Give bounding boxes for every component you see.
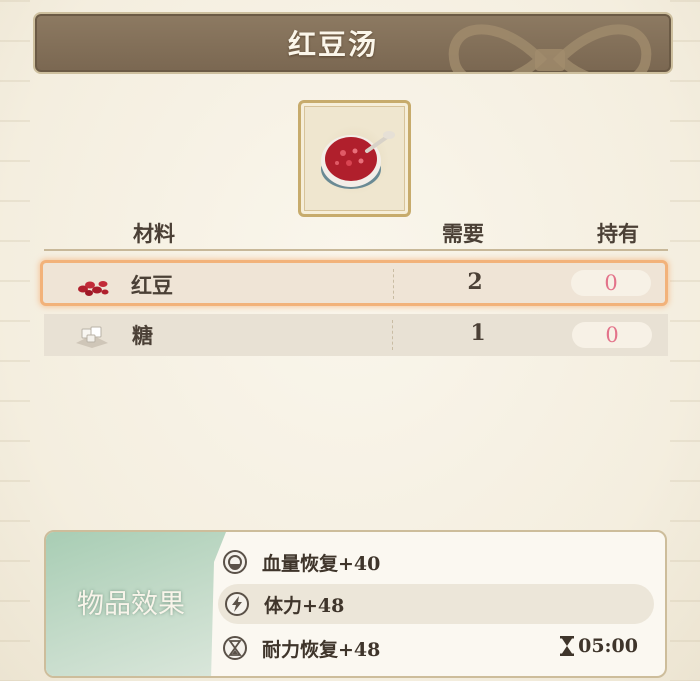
title-banner: 红豆汤	[33, 12, 673, 74]
material-row-red-beans[interactable]: 红豆 2 0	[40, 260, 668, 306]
health-icon	[223, 550, 247, 574]
effect-row-health: 血量恢复+40	[216, 542, 656, 582]
red-bean-soup-icon	[321, 131, 395, 189]
column-header-have: 持有	[597, 221, 639, 246]
material-have-count: 0	[572, 322, 652, 348]
column-separator	[392, 320, 393, 350]
hourglass-timer-icon	[560, 636, 575, 656]
hourglass-icon	[223, 636, 247, 660]
timer-value: 05:00	[578, 635, 638, 657]
effect-row-stamina: 耐力恢复+48 05:00	[216, 628, 656, 668]
material-need-count: 2	[467, 269, 483, 295]
effects-label: 物品效果	[77, 589, 185, 620]
right-border-decoration	[670, 0, 700, 681]
recipe-title: 红豆汤	[287, 28, 378, 61]
column-separator	[393, 269, 394, 299]
material-have-count: 0	[571, 270, 651, 296]
item-effects-panel: 物品效果 血量恢复+40 体力+48 耐力恢复+48 05:00	[44, 530, 667, 678]
left-border-decoration	[0, 0, 30, 681]
effect-text: 耐力恢复+48	[262, 639, 381, 661]
effect-text: 血量恢复+40	[262, 553, 381, 575]
column-header-need: 需要	[442, 221, 484, 246]
effect-text: 体力+48	[264, 595, 345, 617]
recipe-panel: 红豆汤 材料 需要 持有 红豆 2 0 糖 1 0 物品效果 血量恢复+40 体…	[0, 0, 700, 681]
dish-image-frame	[298, 100, 411, 217]
energy-bolt-icon	[225, 592, 249, 616]
red-beans-icon	[78, 281, 109, 296]
material-name: 红豆	[131, 273, 173, 298]
material-name: 糖	[132, 323, 153, 348]
material-row-sugar[interactable]: 糖 1 0	[44, 314, 668, 356]
column-header-material: 材料	[133, 221, 175, 246]
sugar-icon	[76, 326, 108, 348]
effect-row-energy: 体力+48	[218, 584, 654, 624]
material-need-count: 1	[470, 320, 486, 346]
duration-timer: 05:00	[559, 635, 638, 657]
header-divider	[44, 249, 668, 251]
